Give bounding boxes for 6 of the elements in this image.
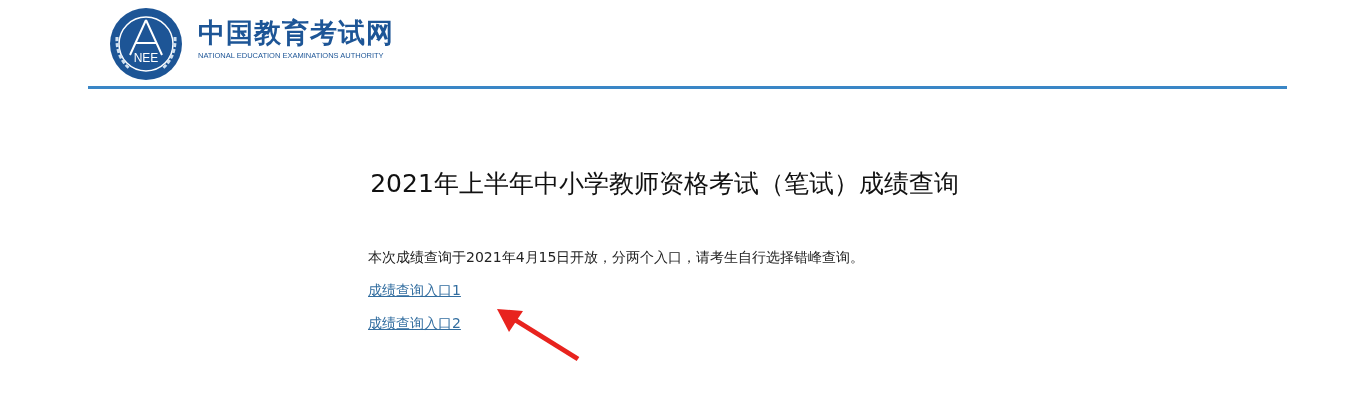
query-link[interactable]: 成绩查询入口1 xyxy=(368,281,461,299)
site-name: 中国教育考试网 xyxy=(198,19,394,47)
notice-text: 本次成绩查询于2021年4月15日开放，分两个入口，请考生自行选择错峰查询。 xyxy=(368,248,865,266)
page-title: 2021年上半年中小学教师资格考试（笔试）成绩查询 xyxy=(369,168,960,196)
logo-icon: NEE xyxy=(108,6,184,81)
query-link[interactable]: 成绩查询入口2 xyxy=(368,314,461,332)
